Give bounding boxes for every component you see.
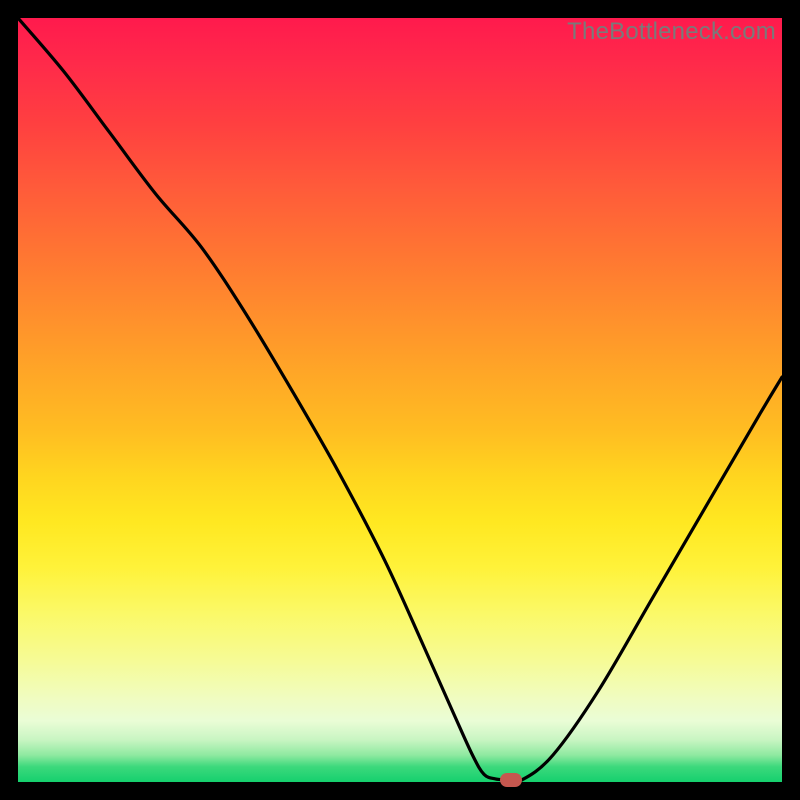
chart-frame: TheBottleneck.com	[0, 0, 800, 800]
curve-path	[18, 18, 782, 782]
bottleneck-curve	[18, 18, 782, 782]
optimal-marker	[500, 773, 522, 787]
plot-area: TheBottleneck.com	[18, 18, 782, 782]
